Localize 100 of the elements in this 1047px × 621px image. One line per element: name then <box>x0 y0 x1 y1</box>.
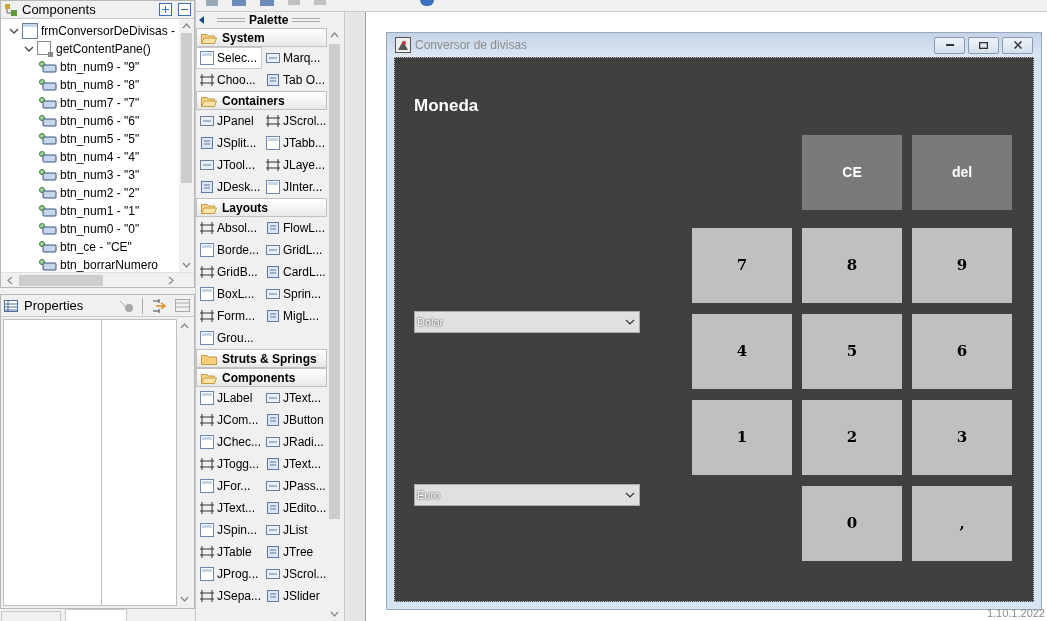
keypad-button[interactable]: , <box>912 486 1012 561</box>
component-icon <box>265 456 281 472</box>
keypad-button[interactable]: CE <box>802 135 902 210</box>
palette-item[interactable]: JScrol... <box>262 563 327 585</box>
scroll-thumb[interactable] <box>181 33 192 183</box>
palette-item[interactable]: Choo... <box>196 69 262 91</box>
tree-item[interactable]: btn_num7 - "7" <box>1 94 179 112</box>
palette-item[interactable]: JPanel <box>196 110 262 132</box>
palette-item[interactable]: JText... <box>196 497 262 519</box>
keypad-button[interactable]: 1 <box>692 400 792 475</box>
component-icon <box>265 135 281 151</box>
scroll-up-icon <box>180 323 189 329</box>
palette-item[interactable]: JDesk... <box>196 176 262 198</box>
tree-item[interactable]: btn_num6 - "6" <box>1 112 179 130</box>
collapse-all-icon <box>178 3 191 16</box>
toolbar-icon[interactable] <box>420 0 434 6</box>
palette-category[interactable]: System <box>196 28 327 47</box>
palette-title: Palette <box>249 12 289 29</box>
keypad-button[interactable]: 5 <box>802 314 902 389</box>
palette-item[interactable]: JProg... <box>196 563 262 585</box>
palette-item[interactable]: Marq... <box>262 47 327 69</box>
tree-item[interactable]: getContentPane() <box>1 40 179 58</box>
tree-item[interactable]: btn_num0 - "0" <box>1 220 179 238</box>
palette-item[interactable]: JTable <box>196 541 262 563</box>
palette-item[interactable]: JEdito... <box>262 497 327 519</box>
tree-item[interactable]: btn_ce - "CE" <box>1 238 179 256</box>
palette-item[interactable]: JCom... <box>196 409 262 431</box>
view-tab[interactable] <box>1 611 61 621</box>
tree-item[interactable]: btn_num3 - "3" <box>1 166 179 184</box>
scrollbar[interactable] <box>179 19 194 272</box>
minimize-icon <box>945 44 954 46</box>
keypad-button[interactable]: 0 <box>802 486 902 561</box>
palette-item[interactable]: Tab O... <box>262 69 327 91</box>
palette-item[interactable]: BoxL... <box>196 283 262 305</box>
keypad-button[interactable]: 8 <box>802 228 902 303</box>
palette-item[interactable]: Sprin... <box>262 283 327 305</box>
keypad-button[interactable]: 6 <box>912 314 1012 389</box>
palette-item[interactable]: MigL... <box>262 305 327 327</box>
palette-item[interactable]: JTree <box>262 541 327 563</box>
keypad-button[interactable]: del <box>912 135 1012 210</box>
palette-item[interactable]: JInter... <box>262 176 327 198</box>
keypad-button[interactable]: 4 <box>692 314 792 389</box>
scroll-thumb[interactable] <box>329 44 340 519</box>
palette-item[interactable]: JLabel <box>196 387 262 409</box>
palette-item[interactable]: JSepa... <box>196 585 262 607</box>
palette-item[interactable]: JFor... <box>196 475 262 497</box>
keypad-button[interactable]: 7 <box>692 228 792 303</box>
dropdown[interactable]: Dolar <box>414 311 640 333</box>
palette-item[interactable]: JChec... <box>196 431 262 453</box>
palette-category[interactable]: Layouts <box>196 198 327 217</box>
palette-item[interactable]: JSplit... <box>196 132 262 154</box>
tree-item[interactable]: btn_num4 - "4" <box>1 148 179 166</box>
component-icon <box>199 308 215 324</box>
palette-category[interactable]: Components <box>196 368 327 387</box>
tree-item[interactable]: btn_num8 - "8" <box>1 76 179 94</box>
close-button[interactable] <box>1002 36 1033 54</box>
palette-item[interactable]: CardL... <box>262 261 327 283</box>
palette-item[interactable]: JTogg... <box>196 453 262 475</box>
tree-item[interactable]: btn_num9 - "9" <box>1 58 179 76</box>
keypad-button[interactable]: 3 <box>912 400 1012 475</box>
component-icon <box>199 135 215 151</box>
tree-item[interactable]: btn_num2 - "2" <box>1 184 179 202</box>
palette-item[interactable]: Absol... <box>196 217 262 239</box>
tree-item[interactable]: btn_num1 - "1" <box>1 202 179 220</box>
palette-item[interactable]: JTabb... <box>262 132 327 154</box>
tree-item[interactable]: btn_num5 - "5" <box>1 130 179 148</box>
minimize-button[interactable] <box>934 36 965 54</box>
palette-category[interactable]: Struts & Springs <box>196 349 327 368</box>
dropdown[interactable]: Euro <box>414 484 640 506</box>
palette-item[interactable]: JPass... <box>262 475 327 497</box>
view-tab[interactable] <box>65 609 127 621</box>
palette-item[interactable]: JText... <box>262 453 327 475</box>
component-icon <box>199 390 215 406</box>
tree-item[interactable]: frmConversorDeDivisas - <box>1 22 179 40</box>
maximize-button[interactable] <box>968 36 999 54</box>
palette-item[interactable]: Form... <box>196 305 262 327</box>
palette-item[interactable]: Borde... <box>196 239 262 261</box>
component-icon <box>265 72 281 88</box>
scroll-thumb[interactable] <box>19 275 103 286</box>
palette-item[interactable]: JRadi... <box>262 431 327 453</box>
palette-item[interactable]: JList <box>262 519 327 541</box>
palette-item[interactable]: GridB... <box>196 261 262 283</box>
palette-item[interactable]: GridL... <box>262 239 327 261</box>
maximize-icon <box>979 41 988 49</box>
palette-category[interactable]: Containers <box>196 91 327 110</box>
keypad-button[interactable]: 9 <box>912 228 1012 303</box>
version-label: 1.10.1.2022 <box>986 605 1045 621</box>
tree-item[interactable]: btn_borrarNumero <box>1 256 179 272</box>
palette-item[interactable]: JButton <box>262 409 327 431</box>
scrollbar[interactable] <box>1 272 194 287</box>
palette-item[interactable]: JSpin... <box>196 519 262 541</box>
palette-item[interactable]: JText... <box>262 387 327 409</box>
palette-item[interactable]: FlowL... <box>262 217 327 239</box>
palette-item[interactable]: JTool... <box>196 154 262 176</box>
palette-item[interactable]: JScrol... <box>262 110 327 132</box>
palette-item[interactable]: JLaye... <box>262 154 327 176</box>
keypad-button[interactable]: 2 <box>802 400 902 475</box>
palette-item[interactable]: Selec... <box>196 47 262 69</box>
palette-item[interactable]: Grou... <box>196 327 262 349</box>
palette-item[interactable]: JSlider <box>262 585 327 607</box>
